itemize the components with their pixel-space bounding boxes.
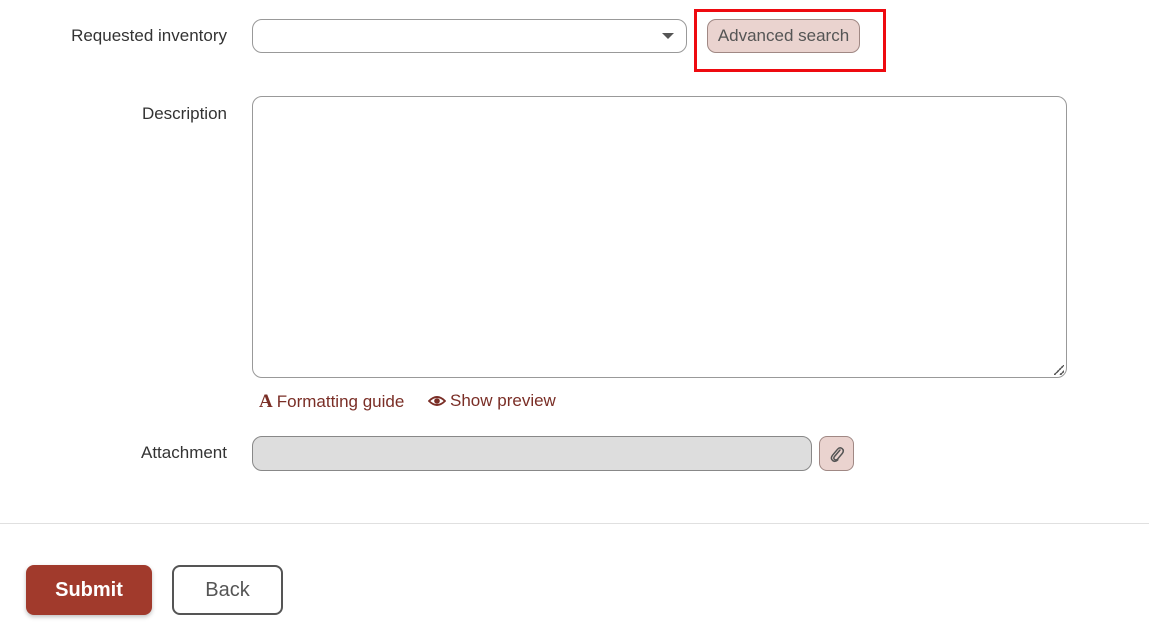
font-icon: A [259,391,273,412]
request-form-page: Requested inventory Advanced search Desc… [0,0,1149,635]
advanced-search-button[interactable]: Advanced search [707,19,860,53]
requested-inventory-select[interactable] [252,19,687,53]
show-preview-label: Show preview [450,391,556,410]
back-button[interactable]: Back [172,565,283,615]
attachment-label: Attachment [141,443,227,462]
resize-handle-icon[interactable] [1054,365,1064,375]
description-textarea[interactable] [252,96,1067,378]
paperclip-icon [830,446,844,462]
requested-inventory-label: Requested inventory [71,26,227,45]
section-divider [0,523,1149,524]
submit-button[interactable]: Submit [26,565,152,615]
description-label: Description [141,104,227,123]
formatting-guide-label: Formatting guide [276,392,405,411]
formatting-guide-link[interactable]: A Formatting guide [259,391,404,413]
eye-icon [428,396,446,406]
chevron-down-icon [662,33,674,39]
show-preview-link[interactable]: Show preview [428,391,556,411]
attach-file-button[interactable] [819,436,854,471]
attachment-input[interactable] [252,436,812,471]
